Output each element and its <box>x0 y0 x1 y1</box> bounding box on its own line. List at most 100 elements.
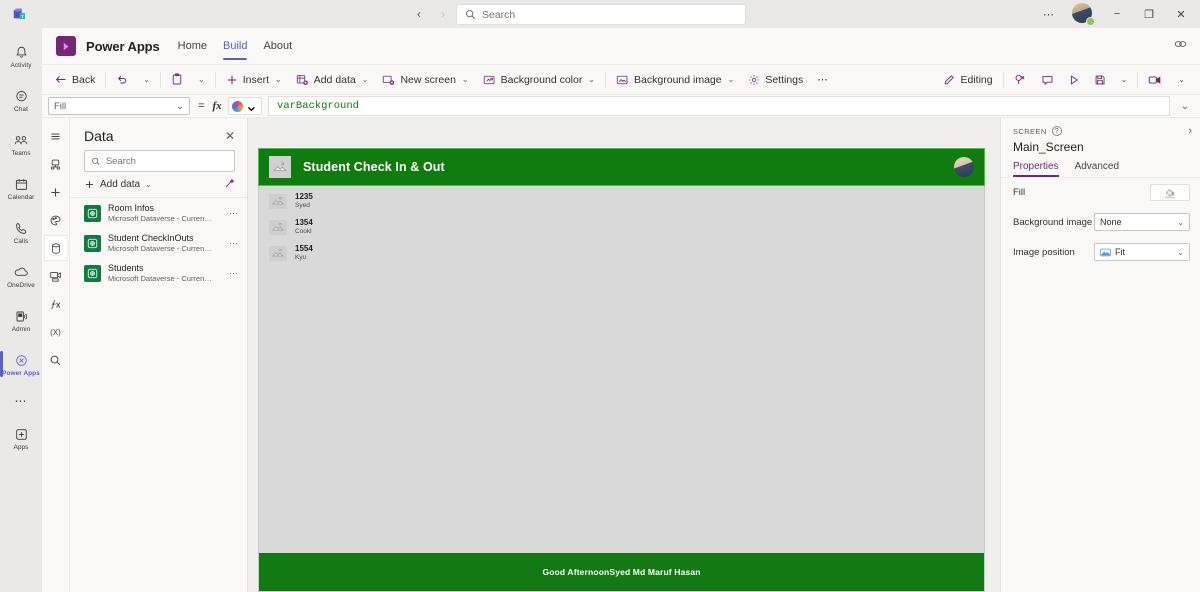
sidebar-item-apps[interactable]: Apps <box>0 416 42 460</box>
background-image-button[interactable]: Background image ⌄ <box>609 68 741 92</box>
tab-advanced[interactable]: Advanced <box>1075 161 1119 177</box>
close-button[interactable]: ✕ <box>1166 1 1196 27</box>
theme-palette-icon[interactable] <box>44 207 68 233</box>
tab-properties[interactable]: Properties <box>1013 161 1059 177</box>
sidebar-item-calls[interactable]: Calls <box>0 210 42 254</box>
list-item[interactable]: Students Microsoft Dataverse - Current e… <box>70 258 247 288</box>
user-avatar[interactable] <box>1072 3 1095 26</box>
chevron-down-icon: ⌄ <box>244 98 259 115</box>
app-header-avatar[interactable] <box>954 157 974 177</box>
image-position-select[interactable]: Fit ⌄ <box>1094 243 1190 261</box>
svg-text:T: T <box>21 13 24 18</box>
save-button[interactable] <box>1087 68 1113 92</box>
share-button[interactable] <box>1141 68 1170 92</box>
fill-color-button[interactable] <box>1150 184 1190 201</box>
power-apps-shell: Power Apps Home Build About Back ⌄ ⌄ Ins… <box>42 28 1200 592</box>
insert-button[interactable]: Insert ⌄ <box>219 68 289 92</box>
formula-expand-button[interactable]: ⌄ <box>1176 101 1194 112</box>
background-image-select[interactable]: None ⌄ <box>1094 213 1190 231</box>
insert-plus-icon[interactable] <box>44 179 68 205</box>
gallery-row[interactable]: 1554 Kyu <box>259 240 984 266</box>
formula-input[interactable]: varBackground <box>268 96 1170 116</box>
add-data-panel-button[interactable]: Add data ⌄ <box>70 172 247 197</box>
property-selector[interactable]: Fill ⌄ <box>48 97 190 115</box>
select-value-wrap: None <box>1100 217 1122 227</box>
chevron-down-icon: ⌄ <box>145 180 152 189</box>
data-cylinder-icon[interactable] <box>43 235 68 261</box>
properties-panel: SCREEN ? › Main_Screen Properties Advanc… <box>1000 118 1200 592</box>
list-item[interactable]: Student CheckInOuts Microsoft Dataverse … <box>70 228 247 258</box>
hamburger-menu-icon[interactable] <box>44 123 68 149</box>
paste-button[interactable] <box>164 68 190 92</box>
sidebar-item-chat[interactable]: Chat <box>0 78 42 122</box>
list-item-more-button[interactable]: ⋯ <box>229 208 239 219</box>
sidebar-item-admin[interactable]: Admin <box>0 298 42 342</box>
nav-home[interactable]: Home <box>178 28 207 64</box>
app-canvas[interactable]: Student Check In & Out 1235 Syed 1354 Co… <box>258 148 985 592</box>
nav-build[interactable]: Build <box>223 28 248 64</box>
microsoft-teams-logo-icon: T <box>0 7 40 22</box>
sidebar-item-power-apps[interactable]: Power Apps <box>0 342 42 386</box>
list-item-more-button[interactable]: ⋯ <box>229 238 239 249</box>
search-icon[interactable] <box>44 347 68 373</box>
title-bar: T ‹ › ⋯ − ❐ ✕ <box>0 0 1200 28</box>
sidebar-item-label: Power Apps <box>2 369 40 377</box>
forward-arrow-icon[interactable]: › <box>436 7 450 21</box>
nav-about[interactable]: About <box>263 28 292 64</box>
minimize-button[interactable]: − <box>1102 1 1132 27</box>
preview-play-button[interactable] <box>1061 68 1087 92</box>
sidebar-item-label: Calendar <box>7 193 35 201</box>
list-item-more-button[interactable]: ⋯ <box>229 268 239 279</box>
app-header-bar[interactable]: Student Check In & Out <box>258 148 985 186</box>
gallery-row-subtitle: Cookl <box>295 227 312 235</box>
data-source-name: Students <box>108 263 144 273</box>
help-icon[interactable]: ? <box>1051 126 1062 136</box>
tree-view-icon[interactable] <box>44 151 68 177</box>
toolbar-overflow-button[interactable]: ⋯ <box>810 68 836 92</box>
sidebar-overflow-button[interactable]: ⋯ <box>15 386 28 416</box>
app-footer-bar[interactable]: Good AfternoonSyed Md Maruf Hasan <box>259 553 984 591</box>
share-chevron-button[interactable]: ⌄ <box>1170 68 1192 92</box>
editing-mode-button[interactable]: Editing <box>936 68 999 92</box>
power-fx-icon[interactable] <box>44 291 68 317</box>
paste-chevron-button[interactable]: ⌄ <box>190 68 212 92</box>
chevron-down-icon: ⌄ <box>1178 75 1185 84</box>
sidebar-item-calendar[interactable]: Calendar <box>0 166 42 210</box>
magic-wand-icon[interactable] <box>224 177 235 192</box>
data-source-subtitle: Microsoft Dataverse - Current environm..… <box>108 274 213 283</box>
chevron-right-icon[interactable]: › <box>1188 125 1192 137</box>
settings-button[interactable]: Settings <box>741 68 810 92</box>
list-item[interactable]: Room Infos Microsoft Dataverse - Current… <box>70 198 247 228</box>
add-data-button[interactable]: Add data ⌄ <box>289 68 376 92</box>
sidebar-item-teams[interactable]: Teams <box>0 122 42 166</box>
back-button[interactable]: Back <box>48 68 102 92</box>
data-search-box[interactable] <box>84 150 235 172</box>
data-search-input[interactable] <box>105 155 228 167</box>
background-color-button[interactable]: Background color ⌄ <box>476 68 602 92</box>
chevron-down-icon: ⌄ <box>461 75 469 84</box>
select-value: None <box>1100 217 1122 227</box>
search-input[interactable] <box>482 8 737 21</box>
link-chain-icon[interactable] <box>1173 37 1188 55</box>
maximize-button[interactable]: ❐ <box>1134 1 1164 27</box>
comments-button[interactable] <box>1034 68 1061 92</box>
save-chevron-button[interactable]: ⌄ <box>1113 68 1135 92</box>
new-screen-button[interactable]: New screen ⌄ <box>375 68 475 92</box>
undo-chevron-button[interactable]: ⌄ <box>135 68 157 92</box>
app-checker-button[interactable] <box>1007 68 1034 92</box>
undo-button[interactable] <box>109 68 135 92</box>
global-search-box[interactable] <box>456 4 746 25</box>
sidebar-item-activity[interactable]: Activity <box>0 34 42 78</box>
close-icon[interactable]: ✕ <box>225 130 235 142</box>
toolbar-divider <box>214 71 216 88</box>
back-arrow-icon[interactable]: ‹ <box>412 7 426 21</box>
gallery-row[interactable]: 1354 Cookl <box>259 214 984 240</box>
variables-icon[interactable]: (X) <box>44 319 68 345</box>
gallery-row[interactable]: 1235 Syed <box>259 188 984 214</box>
bell-icon <box>14 44 29 61</box>
sidebar-item-onedrive[interactable]: OneDrive <box>0 254 42 298</box>
property-row-image-position: Image position Fit ⌄ <box>1001 237 1200 267</box>
copilot-button[interactable]: ⌄ <box>227 97 263 115</box>
titlebar-more-button[interactable]: ⋯ <box>1034 1 1064 27</box>
media-icon[interactable] <box>44 263 68 289</box>
